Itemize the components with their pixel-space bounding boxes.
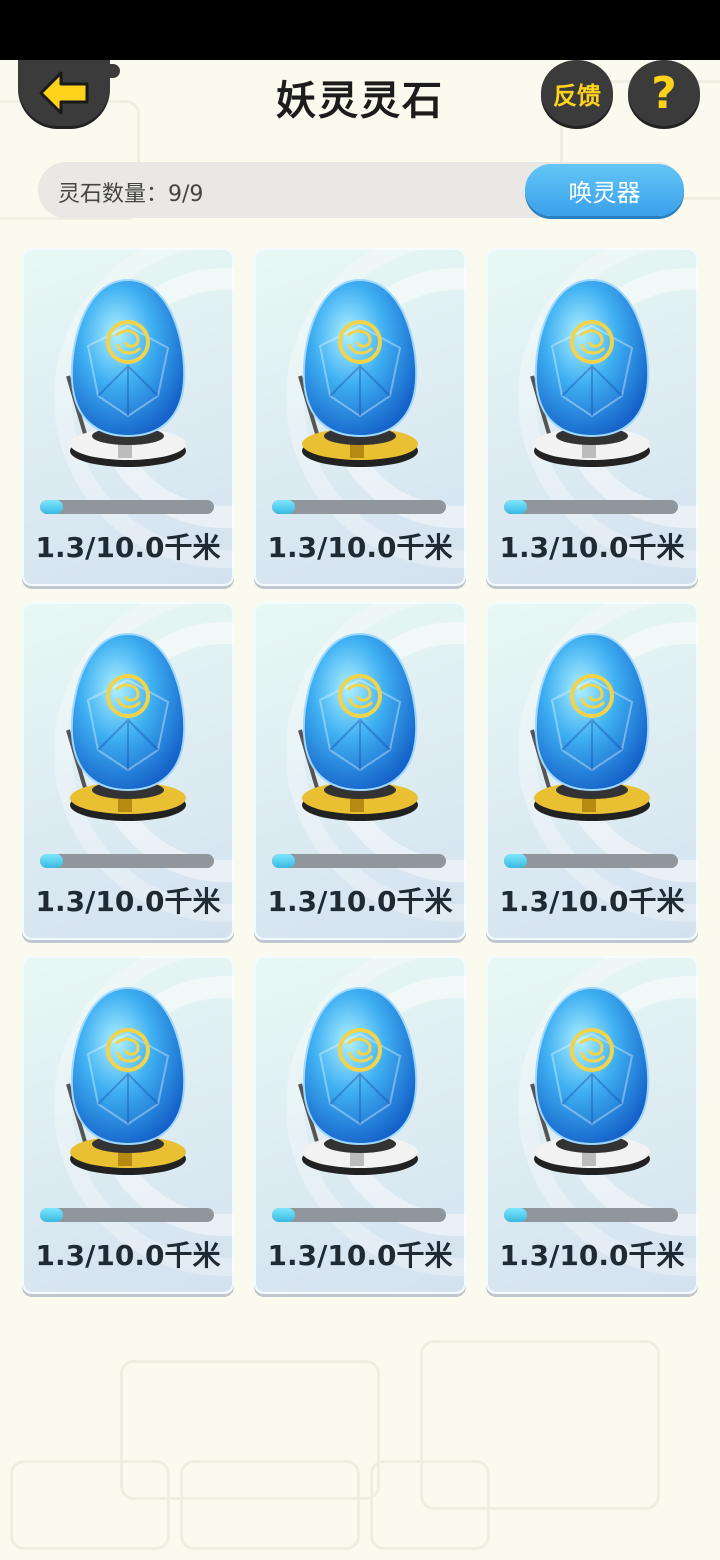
stone-grid: 1.3/10.0千米 1.3/10.0千米 1.3/10.0千米 1.3/10.0千米… xyxy=(22,248,698,1298)
spirit-stone-icon xyxy=(530,278,650,467)
distance-label: 1.3/10.0千米 xyxy=(499,885,685,918)
status-bar xyxy=(0,0,720,60)
progress-fill xyxy=(40,854,63,868)
question-icon: ? xyxy=(651,67,677,119)
distance-progress-bar xyxy=(504,854,678,868)
stone-count-text: 灵石数量：9/9 xyxy=(58,182,204,207)
distance-progress-bar xyxy=(504,1208,678,1222)
distance-progress-bar xyxy=(272,500,446,514)
spirit-stone-icon xyxy=(298,986,418,1175)
progress-fill xyxy=(40,500,63,514)
progress-fill xyxy=(504,1208,527,1222)
distance-label: 1.3/10.0千米 xyxy=(35,531,221,564)
stone-card[interactable]: 1.3/10.0千米 xyxy=(22,956,234,1294)
progress-fill xyxy=(40,1208,63,1222)
distance-label: 1.3/10.0千米 xyxy=(267,531,453,564)
distance-progress-bar xyxy=(504,500,678,514)
stone-card[interactable]: 1.3/10.0千米 xyxy=(486,602,698,940)
distance-progress-bar xyxy=(40,1208,214,1222)
spirit-stone-icon xyxy=(530,986,650,1175)
progress-fill xyxy=(272,500,295,514)
feedback-button[interactable]: 反馈 xyxy=(541,60,613,126)
help-button[interactable]: ? xyxy=(628,60,700,126)
spirit-stone-icon xyxy=(66,986,186,1175)
feedback-label: 反馈 xyxy=(553,81,601,110)
progress-fill xyxy=(504,500,527,514)
stone-card[interactable]: 1.3/10.0千米 xyxy=(22,602,234,940)
spirit-stone-icon xyxy=(298,632,418,821)
header: 妖灵灵石 反馈 ? xyxy=(0,60,720,150)
progress-fill xyxy=(272,854,295,868)
distance-progress-bar xyxy=(272,1208,446,1222)
summon-button[interactable]: 唤灵器 xyxy=(525,164,684,216)
stone-card[interactable]: 1.3/10.0千米 xyxy=(486,248,698,586)
stone-card[interactable]: 1.3/10.0千米 xyxy=(254,602,466,940)
distance-label: 1.3/10.0千米 xyxy=(35,1239,221,1272)
distance-label: 1.3/10.0千米 xyxy=(499,531,685,564)
distance-label: 1.3/10.0千米 xyxy=(499,1239,685,1272)
spirit-stone-icon xyxy=(66,278,186,467)
distance-label: 1.3/10.0千米 xyxy=(35,885,221,918)
progress-fill xyxy=(504,854,527,868)
stone-card[interactable]: 1.3/10.0千米 xyxy=(254,248,466,586)
spirit-stone-icon xyxy=(298,278,418,467)
stone-card[interactable]: 1.3/10.0千米 xyxy=(486,956,698,1294)
stone-card[interactable]: 1.3/10.0千米 xyxy=(22,248,234,586)
distance-progress-bar xyxy=(40,500,214,514)
stone-count-bar: 灵石数量：9/9 唤灵器 xyxy=(38,162,684,218)
spirit-stone-icon xyxy=(66,632,186,821)
distance-progress-bar xyxy=(40,854,214,868)
distance-label: 1.3/10.0千米 xyxy=(267,1239,453,1272)
spirit-stone-icon xyxy=(530,632,650,821)
progress-fill xyxy=(272,1208,295,1222)
stone-card[interactable]: 1.3/10.0千米 xyxy=(254,956,466,1294)
distance-label: 1.3/10.0千米 xyxy=(267,885,453,918)
distance-progress-bar xyxy=(272,854,446,868)
